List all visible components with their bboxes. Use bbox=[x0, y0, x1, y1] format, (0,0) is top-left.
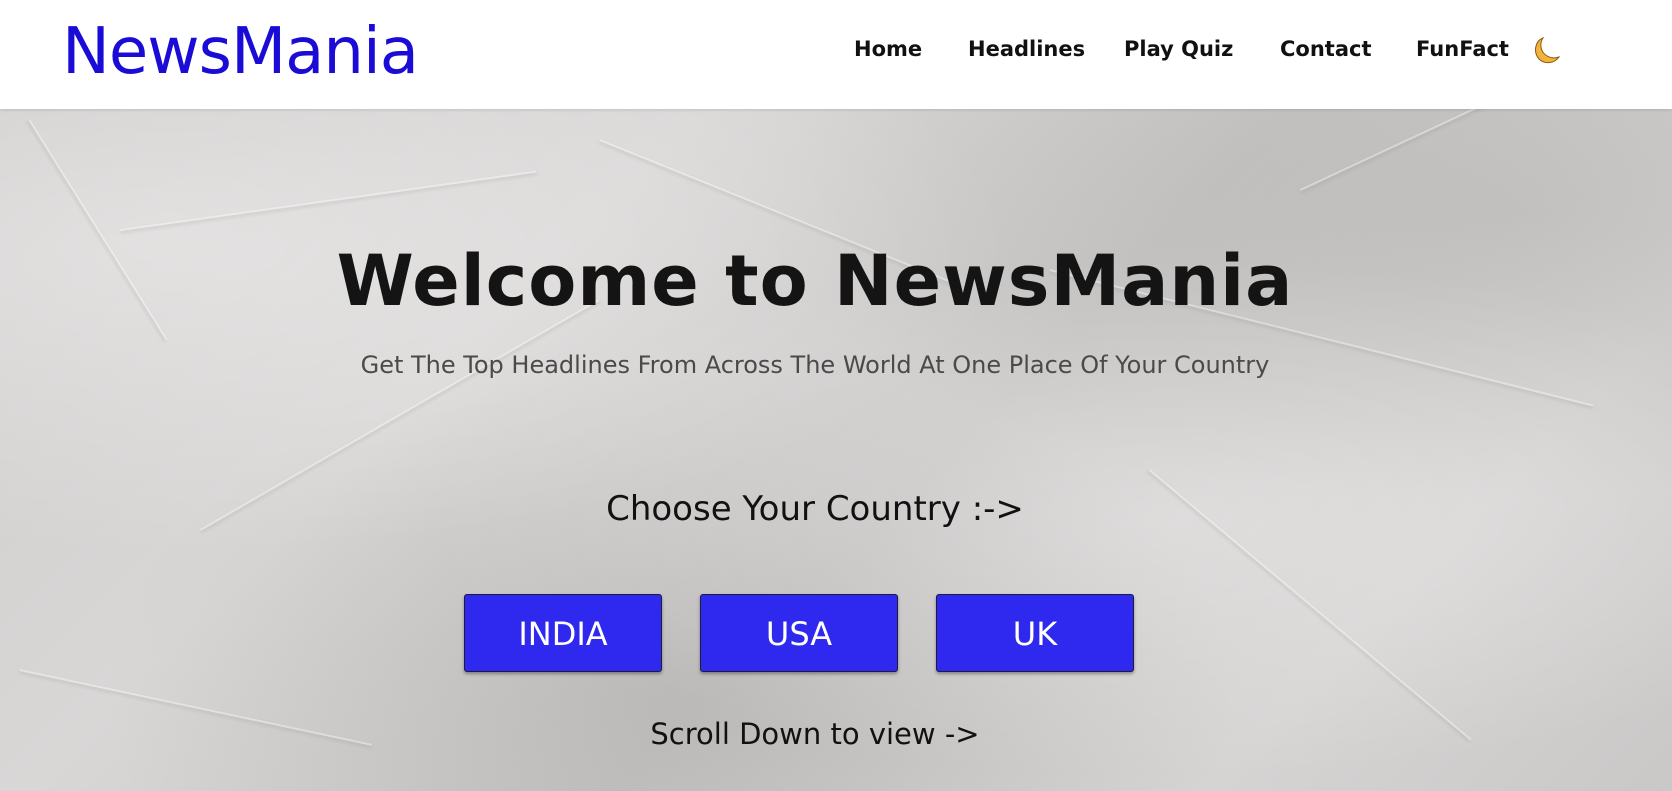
india-button[interactable]: INDIA bbox=[464, 594, 662, 672]
navbar: NewsMania Home Headlines Play Quiz Conta… bbox=[0, 0, 1672, 109]
choose-country-label: Choose Your Country :-> bbox=[606, 489, 1024, 529]
paper-texture bbox=[120, 170, 537, 231]
hero-subtitle: Get The Top Headlines From Across The Wo… bbox=[360, 351, 1270, 379]
paper-texture bbox=[1300, 109, 1573, 191]
site-logo[interactable]: NewsMania bbox=[62, 14, 419, 90]
hero-title: Welcome to NewsMania bbox=[336, 240, 1294, 322]
usa-button[interactable]: USA bbox=[700, 594, 898, 672]
scroll-hint: Scroll Down to view -> bbox=[650, 717, 980, 751]
nav-link-contact[interactable]: Contact bbox=[1280, 34, 1372, 64]
moon-icon[interactable] bbox=[1530, 36, 1561, 66]
nav-link-play-quiz[interactable]: Play Quiz bbox=[1124, 34, 1233, 64]
nav-link-home[interactable]: Home bbox=[854, 34, 922, 64]
nav-link-funfact[interactable]: FunFact bbox=[1416, 34, 1509, 64]
nav-link-headlines[interactable]: Headlines bbox=[968, 34, 1085, 64]
hero-section: Welcome to NewsMania Get The Top Headlin… bbox=[0, 109, 1672, 791]
uk-button[interactable]: UK bbox=[936, 594, 1134, 672]
